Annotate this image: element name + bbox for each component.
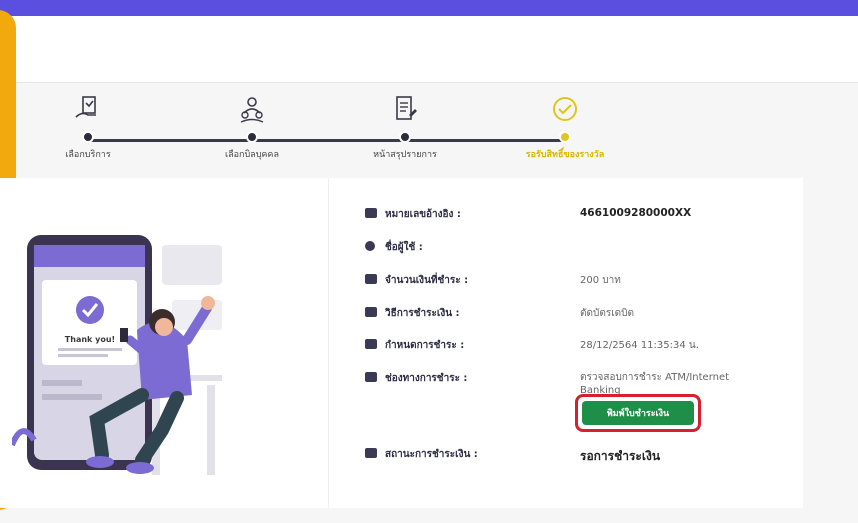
detail-value: 200 บาท	[580, 275, 621, 286]
id-card-icon	[365, 208, 377, 218]
summary-doc-icon	[396, 96, 417, 120]
detail-value: 4661009280000XX	[580, 207, 692, 219]
thank-you-text: Thank you!	[65, 335, 115, 344]
service-doc-icon	[75, 96, 96, 118]
step-summary[interactable]: หน้าสรุปรายการ	[360, 95, 450, 161]
card-divider	[328, 178, 329, 508]
step-label: หน้าสรุปรายการ	[373, 150, 437, 160]
detail-value: ตัดบัตรเดบิต	[580, 308, 634, 319]
step-dot	[246, 131, 258, 143]
progress-stepper: เลือกบริการ เลือกบิลบุคคล หน้าสรุปรายการ	[60, 95, 660, 175]
step-select-service[interactable]: เลือกบริการ	[43, 95, 133, 161]
thank-you-illustration: Thank you!	[12, 235, 222, 475]
step-label: รอรับสิทธิ์ของรางวัล	[525, 150, 605, 160]
detail-label: ชื่อผู้ใช้ :	[385, 242, 423, 253]
page-header	[0, 16, 858, 83]
person-group-icon	[240, 97, 264, 123]
top-bar	[0, 0, 858, 16]
step-dot	[82, 131, 94, 143]
step-dot	[399, 131, 411, 143]
detail-label: ช่องทางการชำระ :	[385, 373, 468, 384]
print-button-highlight: พิมพ์ใบชำระเงิน	[575, 394, 701, 432]
detail-row-method: วิธีการชำระเงิน : ตัดบัตรเดบิต	[365, 304, 785, 326]
step-result[interactable]: รอรับสิทธิ์ของรางวัล	[520, 95, 610, 161]
status-value: รอการชำระเงิน	[580, 449, 661, 463]
detail-label: จำนวนเงินที่ชำระ :	[385, 275, 469, 286]
status-icon	[365, 448, 377, 458]
detail-row-reference: หมายเลขอ้างอิง : 4661009280000XX	[365, 205, 785, 227]
detail-value: 28/12/2564 11:35:34 น.	[580, 340, 699, 351]
detail-label: กำหนดการชำระ :	[385, 340, 465, 351]
detail-label: หมายเลขอ้างอิง :	[385, 209, 461, 220]
step-select-person[interactable]: เลือกบิลบุคคล	[207, 95, 297, 161]
step-label: เลือกบริการ	[65, 150, 111, 160]
detail-row-amount: จำนวนเงินที่ชำระ : 200 บาท	[365, 271, 785, 293]
detail-row-user: ชื่อผู้ใช้ :	[365, 238, 785, 260]
check-circle-icon	[553, 97, 577, 121]
step-dot	[559, 131, 571, 143]
calendar-icon	[365, 339, 377, 349]
detail-label: สถานะการชำระเงิน :	[385, 449, 478, 460]
money-icon	[365, 274, 377, 284]
detail-label: วิธีการชำระเงิน :	[385, 308, 460, 319]
step-label: เลือกบิลบุคคล	[225, 150, 279, 160]
payment-method-icon	[365, 307, 377, 317]
detail-row-date: กำหนดการชำระ : 28/12/2564 11:35:34 น.	[365, 336, 785, 358]
user-icon	[365, 241, 375, 251]
channel-icon	[365, 372, 377, 382]
print-receipt-button[interactable]: พิมพ์ใบชำระเงิน	[582, 401, 694, 425]
detail-row-status: สถานะการชำระเงิน : รอการชำระเงิน	[365, 445, 785, 467]
stepper-line	[88, 139, 565, 142]
